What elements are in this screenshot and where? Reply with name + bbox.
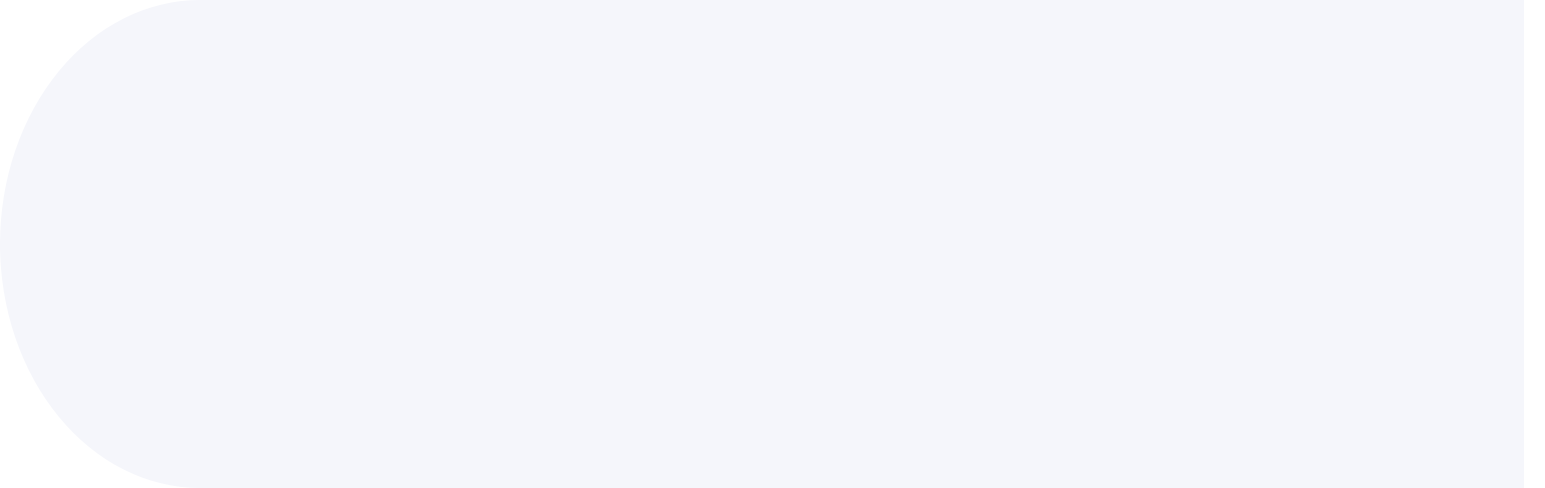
page-canvas <box>0 0 1545 488</box>
panel-content-area <box>220 0 1484 488</box>
rounded-background-panel <box>0 0 1524 488</box>
